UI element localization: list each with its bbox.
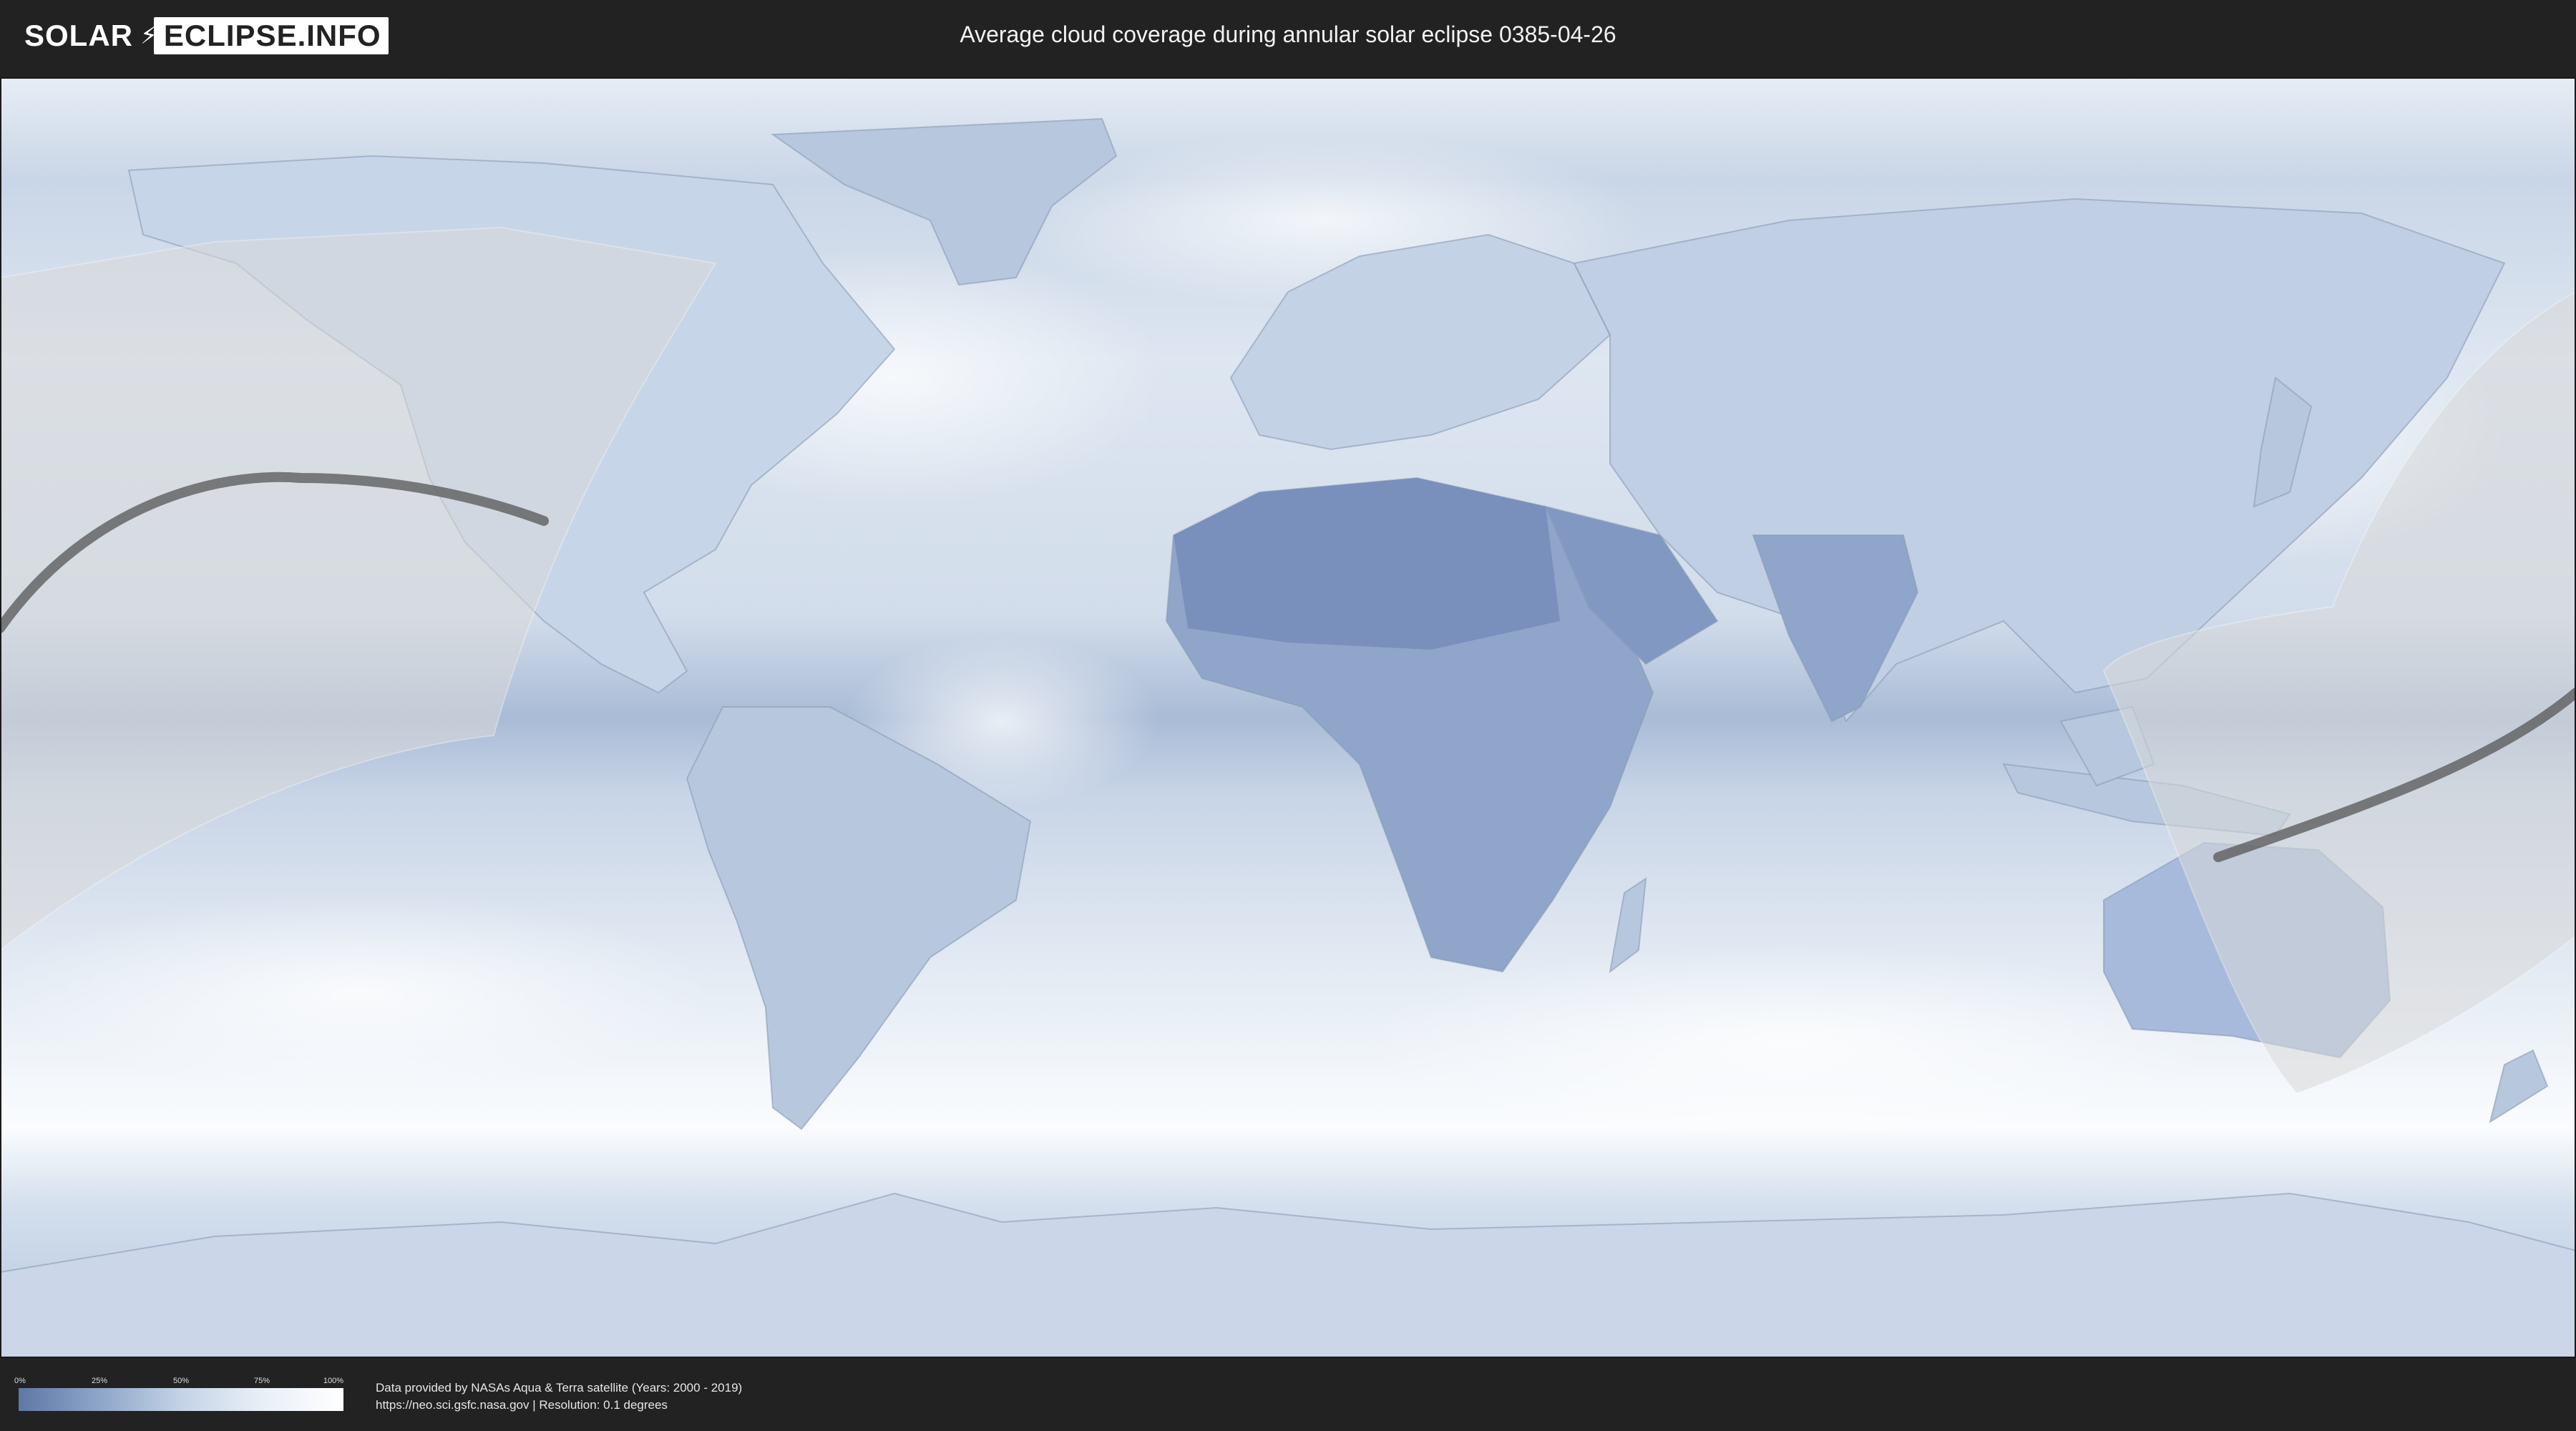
legend-tick-0: 0%	[14, 1377, 26, 1385]
legend-color-ramp	[19, 1388, 343, 1411]
cloud-coverage-map	[0, 77, 2576, 1358]
page-title: Average cloud coverage during annular so…	[960, 21, 1616, 47]
lightning-bolt-icon: ⚡	[140, 22, 158, 49]
data-credit: Data provided by NASAs Aqua & Terra sate…	[376, 1379, 742, 1414]
legend-tick-25: 25%	[91, 1377, 108, 1385]
legend-tick-100: 100%	[323, 1377, 344, 1385]
credit-line-1: Data provided by NASAs Aqua & Terra sate…	[376, 1381, 743, 1395]
legend-tick-50: 50%	[172, 1377, 190, 1385]
legend-tick-75: 75%	[253, 1377, 270, 1385]
world-map-svg	[0, 77, 2576, 1358]
footer-bar: 0% 25% 50% 75% 100% Data provided by NAS…	[0, 1358, 2576, 1431]
cloud-coverage-legend: 0% 25% 50% 75% 100%	[14, 1377, 344, 1412]
credit-line-2[interactable]: https://neo.sci.gsfc.nasa.gov | Resoluti…	[376, 1397, 742, 1414]
header-bar: SOLAR ⚡ ECLIPSE.INFO Average cloud cover…	[0, 0, 2576, 72]
